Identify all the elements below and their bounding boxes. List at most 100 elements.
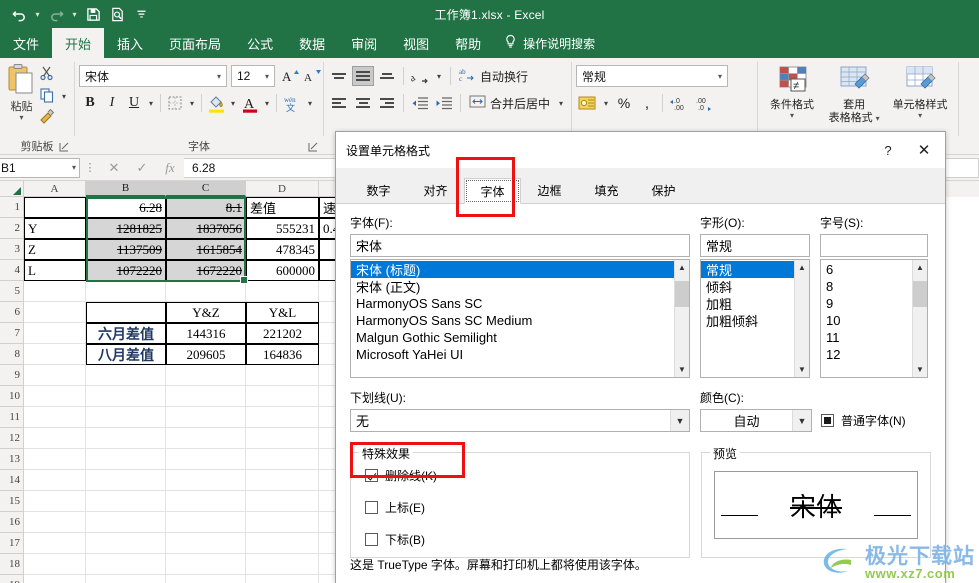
font-size-list[interactable]: 6 8 9 10 11 12 ▲ ▼ <box>820 259 928 378</box>
cell-b2[interactable]: 1281825 <box>86 218 166 239</box>
decrease-indent-icon[interactable] <box>409 92 431 114</box>
paste-button[interactable]: 粘贴 ▾ <box>4 61 39 122</box>
format-as-table-button[interactable]: 套用 表格格式 ▾ <box>824 63 884 125</box>
row-header[interactable]: 3 <box>0 239 24 260</box>
wrap-text-button[interactable]: ab c 自动换行 <box>456 65 531 87</box>
font-list-item[interactable]: HarmonyOS Sans SC Medium <box>351 312 674 329</box>
font-list-item[interactable]: 宋体 (标题) <box>351 261 674 278</box>
font-style-list-item[interactable]: 倾斜 <box>701 278 794 295</box>
phonetic-guide-button[interactable]: wén 文 <box>280 92 304 114</box>
scroll-track[interactable] <box>913 275 927 362</box>
row-header[interactable]: 19 <box>0 575 24 583</box>
font-list-scrollbar[interactable]: ▲ ▼ <box>674 260 689 377</box>
cell-blank[interactable] <box>86 386 166 407</box>
increase-decimal-icon[interactable]: .0.00 <box>667 92 691 114</box>
dialog-tab-number[interactable]: 数字 <box>350 177 407 203</box>
font-size-dropdown-icon[interactable]: ▾ <box>262 72 272 81</box>
cell-blank[interactable] <box>86 449 166 470</box>
tab-help[interactable]: 帮助 <box>442 28 494 58</box>
undo-icon[interactable] <box>8 3 30 25</box>
cell-blank[interactable] <box>246 554 319 575</box>
row-header[interactable]: 1 <box>0 197 24 218</box>
scroll-down-icon[interactable]: ▼ <box>675 362 689 377</box>
row-header[interactable]: 17 <box>0 533 24 554</box>
cell-blank[interactable] <box>166 407 246 428</box>
scroll-down-icon[interactable]: ▼ <box>913 362 927 377</box>
cell-d1[interactable]: 差值 <box>246 197 319 218</box>
row-header[interactable]: 15 <box>0 491 24 512</box>
cell-c2[interactable]: 1837056 <box>166 218 246 239</box>
font-size-list-item[interactable]: 11 <box>821 329 912 346</box>
dialog-tab-protection[interactable]: 保护 <box>635 177 692 203</box>
row-header[interactable]: 13 <box>0 449 24 470</box>
cell-blank[interactable] <box>246 512 319 533</box>
row-header[interactable]: 7 <box>0 323 24 344</box>
font-style-list-item[interactable]: 加粗倾斜 <box>701 312 794 329</box>
font-name-input[interactable]: 宋体 <box>350 234 690 257</box>
color-dropdown-icon[interactable]: ▼ <box>792 410 811 431</box>
cell-blank[interactable] <box>246 575 319 583</box>
scroll-down-icon[interactable]: ▼ <box>795 362 809 377</box>
percent-style-button[interactable]: % <box>613 92 635 114</box>
name-box-dropdown-icon[interactable]: ▾ <box>69 163 79 172</box>
scroll-thumb[interactable] <box>675 281 689 307</box>
font-style-list-item[interactable]: 加粗 <box>701 295 794 312</box>
cell-b3[interactable]: 1137509 <box>86 239 166 260</box>
underline-button[interactable]: U <box>123 92 145 114</box>
merge-center-button[interactable]: 合并后居中 <box>466 92 553 114</box>
dialog-tab-fill[interactable]: 填充 <box>578 177 635 203</box>
cell-blank[interactable] <box>166 428 246 449</box>
row-header[interactable]: 9 <box>0 365 24 386</box>
align-center-icon[interactable] <box>352 93 374 113</box>
copy-dropdown-icon[interactable]: ▾ <box>58 86 70 108</box>
cell-blank[interactable] <box>166 386 246 407</box>
column-header-a[interactable]: A <box>24 181 86 197</box>
conditional-formatting-dropdown-icon[interactable]: ▾ <box>790 112 794 120</box>
underline-dropdown-icon[interactable]: ▼ <box>670 410 689 431</box>
row-header[interactable]: 2 <box>0 218 24 239</box>
cell-blank[interactable] <box>86 470 166 491</box>
cell-blank[interactable] <box>246 449 319 470</box>
cell-blank[interactable] <box>246 386 319 407</box>
cell-blank[interactable] <box>86 512 166 533</box>
decrease-decimal-icon[interactable]: .00.0 <box>692 92 716 114</box>
fill-color-dropdown-icon[interactable]: ▾ <box>227 92 239 114</box>
cell-blank[interactable] <box>86 491 166 512</box>
font-style-list-scrollbar[interactable]: ▲ ▼ <box>794 260 809 377</box>
increase-font-size-icon[interactable]: A <box>280 65 302 87</box>
save-icon[interactable] <box>82 3 104 25</box>
cell-b5[interactable] <box>86 281 166 302</box>
formula-bar-splitter[interactable]: ⋮ <box>80 161 100 174</box>
row-header[interactable]: 8 <box>0 344 24 365</box>
cell-a6[interactable] <box>24 302 86 323</box>
decrease-font-size-icon[interactable]: A <box>302 65 324 87</box>
scroll-track[interactable] <box>795 275 809 362</box>
cell-blank[interactable] <box>246 491 319 512</box>
tab-review[interactable]: 审阅 <box>338 28 390 58</box>
cell-blank[interactable] <box>246 533 319 554</box>
dialog-tab-border[interactable]: 边框 <box>521 177 578 203</box>
cell-blank[interactable] <box>166 533 246 554</box>
font-list-item[interactable]: 宋体 (正文) <box>351 278 674 295</box>
cancel-formula-icon[interactable]: ✕ <box>100 158 128 178</box>
superscript-checkbox[interactable]: 上标(E) <box>365 499 689 516</box>
conditional-formatting-button[interactable]: ≠ 条件格式 ▾ <box>762 63 822 120</box>
borders-dropdown-icon[interactable]: ▾ <box>186 92 198 114</box>
cell-d2[interactable]: 555231 <box>246 218 319 239</box>
cell-blank[interactable] <box>166 449 246 470</box>
cell-b4[interactable]: 1072220 <box>86 260 166 281</box>
cell-blank[interactable] <box>86 533 166 554</box>
cell-blank[interactable] <box>86 365 166 386</box>
cell-a4[interactable]: L <box>24 260 86 281</box>
cell-blank[interactable] <box>24 533 86 554</box>
underline-dropdown-icon[interactable]: ▾ <box>145 92 157 114</box>
cell-d5[interactable] <box>246 281 319 302</box>
number-format-dropdown-icon[interactable]: ▾ <box>715 72 725 81</box>
accounting-dropdown-icon[interactable]: ▾ <box>600 92 612 114</box>
subscript-checkbox[interactable]: 下标(B) <box>365 531 689 548</box>
column-header-d[interactable]: D <box>246 181 319 197</box>
row-header[interactable]: 14 <box>0 470 24 491</box>
cell-a5[interactable] <box>24 281 86 302</box>
orientation-icon[interactable]: a <box>409 65 431 87</box>
strikethrough-checkbox[interactable]: 删除线(K) <box>365 467 689 484</box>
